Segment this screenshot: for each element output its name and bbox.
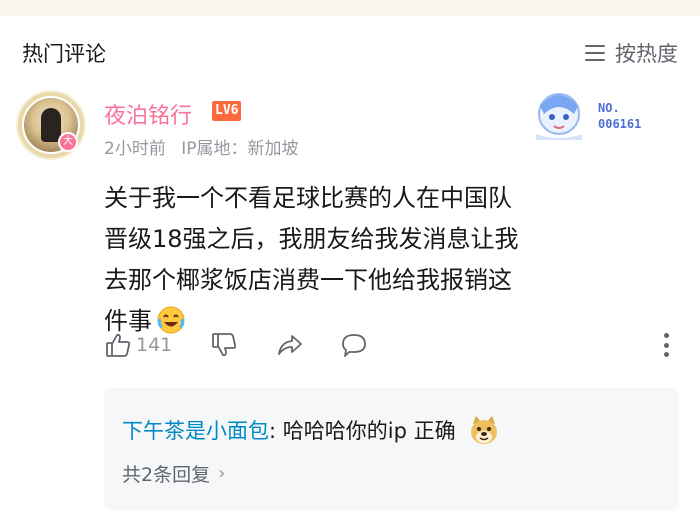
level-badge: LV6: [212, 101, 242, 121]
like-button[interactable]: 141: [104, 331, 172, 359]
comment-content: 关于我一个不看足球比赛的人在中国队晋级18强之后，我朋友给我发消息让我去那个椰浆…: [104, 178, 524, 342]
decoration-number: NO. 006161: [598, 101, 642, 131]
sort-icon: [585, 45, 605, 61]
reply-line: 下午茶是小面包: 哈哈哈你的ip 正确: [122, 414, 500, 446]
reply-separator: :: [269, 419, 277, 443]
thumbs-up-icon: [106, 333, 131, 357]
chevron-right-icon: ›: [218, 463, 226, 484]
like-count: 141: [136, 334, 173, 356]
decoration-card-icon: [536, 93, 582, 140]
reply-preview[interactable]: 下午茶是小面包: 哈哈哈你的ip 正确 共2条回复 ›: [104, 388, 678, 510]
avatar-badge: 大: [58, 132, 78, 152]
doge-emoji-icon: [471, 416, 498, 444]
more-options-icon[interactable]: [664, 333, 670, 357]
comment-actions: 141: [104, 330, 368, 360]
reply-username[interactable]: 下午茶是小面包: [122, 419, 269, 443]
ip-location: IP属地：新加坡: [181, 139, 299, 159]
reply-count-label: 共2条回复: [122, 464, 211, 486]
top-band: [0, 0, 700, 16]
reply-button[interactable]: [340, 331, 368, 359]
comment-username[interactable]: 夜泊铭行: [104, 98, 192, 130]
section-title: 热门评论: [22, 42, 106, 66]
view-replies-link[interactable]: 共2条回复 ›: [122, 460, 225, 487]
comment-meta: 2小时前 IP属地：新加坡: [104, 134, 299, 159]
share-button[interactable]: [276, 331, 304, 359]
share-icon: [278, 335, 303, 355]
thumbs-down-icon: [212, 333, 237, 357]
chat-bubble-icon: [342, 334, 367, 357]
sort-label: 按热度: [615, 42, 678, 66]
avatar[interactable]: 大: [18, 92, 84, 158]
comment-time: 2小时前: [104, 139, 166, 159]
dislike-button[interactable]: [210, 331, 238, 359]
sort-button[interactable]: 按热度: [585, 38, 678, 68]
reply-text: 哈哈哈你的ip 正确: [282, 419, 456, 443]
